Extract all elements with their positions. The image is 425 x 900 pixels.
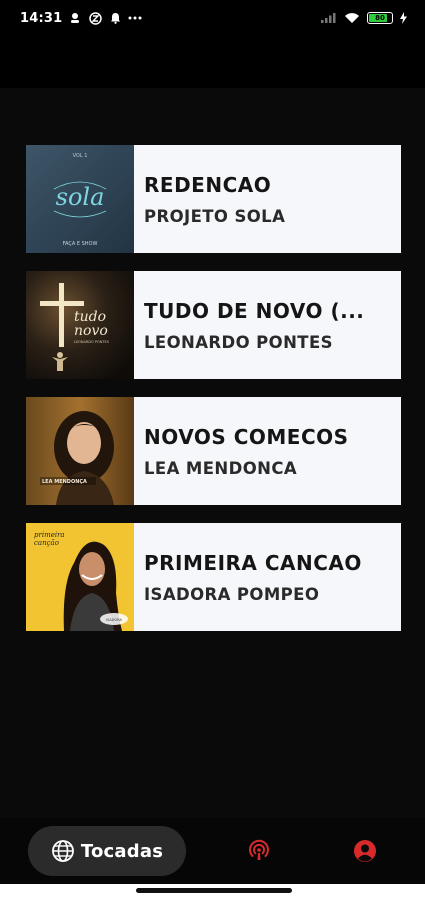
battery-level: 80 [375,14,385,22]
globe-icon [51,839,75,863]
status-bar: 14:31 80 [0,0,425,36]
song-info: PRIMEIRA CANCAO ISADORA POMPEO [134,523,401,631]
sola-cover: VOL 1 sola FAÇA E SHOW [26,145,134,253]
battery-icon: 80 [367,12,393,24]
song-info: REDENCAO PROJETO SOLA [134,145,401,253]
song-artist: LEA MENDONCA [144,459,298,478]
charging-icon [399,11,407,25]
nav-profile-button[interactable] [352,838,378,864]
svg-text:FAÇA E SHOW: FAÇA E SHOW [63,241,98,247]
song-title: TUDO DE NOVO (... [144,299,365,323]
gesture-area [0,884,425,900]
more-dots-icon [128,11,142,25]
profile-icon [353,839,377,863]
svg-text:LEONARDO PONTES: LEONARDO PONTES [74,340,110,344]
bottom-nav: Tocadas [0,818,425,884]
song-title: NOVOS COMECOS [144,425,349,449]
podcast-icon [247,839,271,863]
song-card-primeira-cancao[interactable]: primeira canção ISADORA PRIMEIRA CANCAO … [26,523,401,631]
song-artist: PROJETO SOLA [144,207,286,226]
clock: 14:31 [20,10,63,26]
song-info: NOVOS COMECOS LEA MENDONCA [134,397,401,505]
bell-icon [108,11,122,25]
svg-text:novo: novo [74,323,108,339]
svg-text:sola: sola [56,183,105,211]
song-title: REDENCAO [144,173,272,197]
main-content: VOL 1 sola FAÇA E SHOW REDENCAO PROJETO … [0,88,425,818]
song-card-redencao[interactable]: VOL 1 sola FAÇA E SHOW REDENCAO PROJETO … [26,145,401,253]
song-artist: ISADORA POMPEO [144,585,320,604]
status-right: 80 [319,11,407,25]
svg-text:LEA MENDONÇA: LEA MENDONÇA [42,479,87,485]
home-gesture-bar[interactable] [136,888,292,893]
song-card-novos-comecos[interactable]: LEA MENDONÇA NOVOS COMECOS LEA MENDONCA [26,397,401,505]
song-list: VOL 1 sola FAÇA E SHOW REDENCAO PROJETO … [26,145,401,649]
nav-tocadas-button[interactable]: Tocadas [28,826,186,876]
svg-text:canção: canção [34,539,59,547]
lea-mendonca-cover: LEA MENDONÇA [26,397,134,505]
nav-podcast-button[interactable] [246,838,272,864]
svg-text:ISADORA: ISADORA [106,618,122,622]
wifi-icon [343,11,361,25]
primeira-cancao-cover: primeira canção ISADORA [26,523,134,631]
svg-text:VOL 1: VOL 1 [73,153,88,159]
nav-tocadas-label: Tocadas [80,840,164,862]
svg-text:primeira: primeira [34,531,65,539]
person-notification-icon [68,11,82,25]
song-artist: LEONARDO PONTES [144,333,333,352]
signal-off-icon [319,11,337,25]
tudo-de-novo-cover: tudo novo LEONARDO PONTES [26,271,134,379]
status-left: 14:31 [20,11,142,26]
song-card-tudo-de-novo[interactable]: tudo novo LEONARDO PONTES TUDO DE NOVO (… [26,271,401,379]
song-title: PRIMEIRA CANCAO [144,551,362,575]
app-notification-icon [88,11,102,25]
song-info: TUDO DE NOVO (... LEONARDO PONTES [134,271,401,379]
